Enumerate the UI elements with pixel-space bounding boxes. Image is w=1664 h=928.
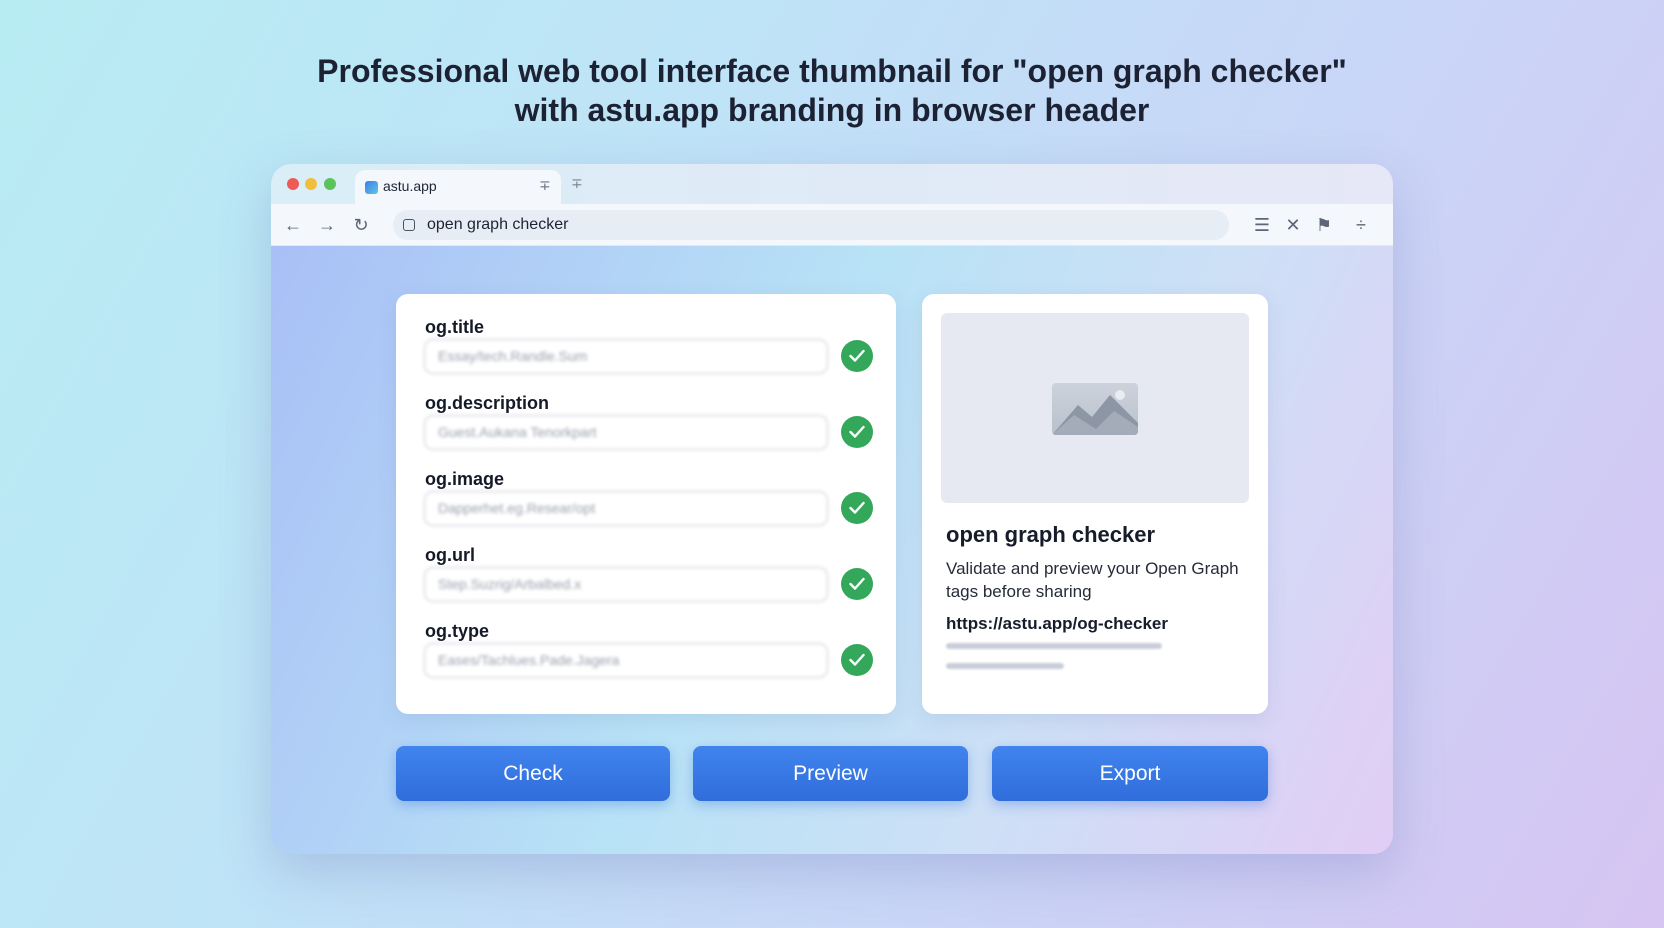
field-og-image: og.image Dapperhet.eg.Resear/opt (396, 469, 896, 545)
minimize-window-button[interactable] (305, 178, 317, 190)
lock-icon (403, 219, 415, 231)
close-icon[interactable]: ✕ (1281, 213, 1305, 237)
check-icon (841, 416, 873, 448)
check-icon (841, 340, 873, 372)
new-tab-icon[interactable]: ∓ (571, 175, 583, 192)
image-icon (1052, 383, 1138, 435)
check-button[interactable]: Check (396, 746, 670, 801)
og-image-input[interactable]: Dapperhet.eg.Resear/opt (424, 491, 828, 526)
field-label: og.title (425, 317, 484, 337)
back-arrow-icon[interactable]: ← (281, 213, 305, 237)
check-icon (841, 492, 873, 524)
og-type-input[interactable]: Eases/Tachlues.Pade.Jagera (424, 643, 828, 678)
tab-bar: astu.app ∓ ∓ (271, 164, 1393, 204)
forward-arrow-icon[interactable]: → (315, 213, 339, 237)
check-icon (841, 568, 873, 600)
page-headline: Professional web tool interface thumbnai… (0, 52, 1664, 130)
more-icon[interactable]: ÷ (1349, 213, 1373, 237)
preview-description: Validate and preview your Open Graph tag… (946, 559, 1239, 601)
headline-line-1: Professional web tool interface thumbnai… (317, 53, 1347, 89)
field-label: og.url (425, 545, 475, 565)
headline-line-2: with astu.app branding in browser header (514, 92, 1150, 128)
placeholder-line (946, 643, 1162, 649)
maximize-window-button[interactable] (324, 178, 336, 190)
placeholder-line (946, 663, 1064, 669)
address-bar[interactable]: open graph checker (393, 210, 1229, 240)
preview-title: open graph checker (946, 522, 1156, 547)
og-title-input[interactable]: Essay/tech.Randle.Sum (424, 339, 828, 374)
field-label: og.image (425, 469, 505, 489)
tab-title: astu.app (383, 178, 437, 194)
field-label: og.type (425, 621, 490, 641)
og-description-input[interactable]: Guest.Aukana Tenorkpart (424, 415, 828, 450)
field-og-type: og.type Eases/Tachlues.Pade.Jagera (396, 621, 896, 697)
field-og-description: og.description Guest.Aukana Tenorkpart (396, 393, 896, 469)
preview-url[interactable]: https://astu.app/og-checker (946, 614, 1168, 634)
tab-astu-app[interactable]: astu.app ∓ (355, 170, 561, 204)
og-url-input[interactable]: Step.Suzrig/Arbalbed.x (424, 567, 828, 602)
tab-pin-icon[interactable]: ∓ (539, 177, 551, 194)
close-window-button[interactable] (287, 178, 299, 190)
og-preview-card: open graph checker Validate and preview … (922, 294, 1268, 714)
menu-icon[interactable]: ☰ (1250, 213, 1274, 237)
preview-image-placeholder (941, 313, 1249, 503)
field-label: og.description (425, 393, 550, 413)
browser-toolbar: ← → ↻ open graph checker ☰ ✕ ⚑ ÷ (271, 204, 1393, 246)
check-icon (841, 644, 873, 676)
browser-window: astu.app ∓ ∓ ← → ↻ open graph checker ☰ … (271, 164, 1393, 854)
field-og-url: og.url Step.Suzrig/Arbalbed.x (396, 545, 896, 621)
extension-icon[interactable]: ⚑ (1312, 213, 1336, 237)
reload-icon[interactable]: ↻ (349, 213, 373, 237)
og-fields-card: og.title Essay/tech.Randle.Sum og.descri… (396, 294, 896, 714)
preview-button[interactable]: Preview (693, 746, 968, 801)
favicon-icon (365, 181, 378, 194)
field-og-title: og.title Essay/tech.Randle.Sum (396, 317, 896, 393)
address-text: open graph checker (427, 216, 569, 233)
export-button[interactable]: Export (992, 746, 1268, 801)
